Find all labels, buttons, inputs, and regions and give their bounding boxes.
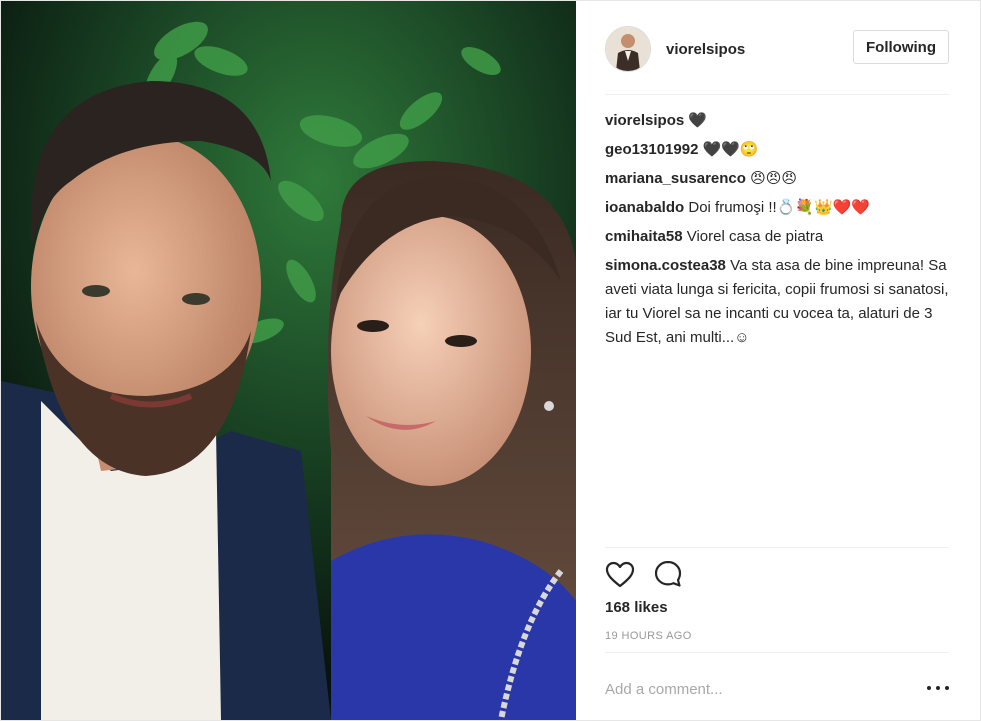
post-photo[interactable] — [1, 1, 576, 720]
dot — [945, 686, 949, 690]
comment-author[interactable]: cmihaita58 — [605, 228, 683, 245]
comment-item: geo13101992 🖤🖤🙄 — [605, 138, 955, 162]
post-author-username[interactable]: viorelsipos — [666, 41, 745, 58]
comment-author[interactable]: viorelsipos — [605, 112, 684, 129]
comment-item: mariana_susarenco 😠😠😠 — [605, 167, 955, 191]
comment-text: Doi frumoşi !!💍💐👑❤️❤️ — [688, 199, 871, 216]
post-sidebar: viorelsipos Following viorelsipos 🖤 geo1… — [578, 1, 980, 720]
comment-text: Viorel casa de piatra — [686, 228, 824, 245]
dot — [936, 686, 940, 690]
comment-author[interactable]: simona.costea38 — [605, 257, 726, 274]
comment-author[interactable]: mariana_susarenco — [605, 170, 746, 187]
add-comment-input[interactable] — [603, 673, 917, 705]
comments-list: viorelsipos 🖤 geo13101992 🖤🖤🙄 mariana_su… — [605, 109, 955, 355]
header-divider — [605, 94, 949, 95]
ellipsis-icon[interactable] — [927, 679, 949, 697]
comment-text: 🖤🖤🙄 — [702, 141, 759, 158]
avatar[interactable] — [605, 26, 651, 72]
likes-count[interactable]: 168 likes — [605, 599, 668, 616]
comment-author[interactable]: geo13101992 — [605, 141, 698, 158]
comment-item: cmihaita58 Viorel casa de piatra — [605, 225, 955, 249]
avatar-image — [606, 27, 650, 71]
comment-author[interactable]: ioanabaldo — [605, 199, 684, 216]
post-actions — [605, 558, 701, 590]
comment-item: viorelsipos 🖤 — [605, 109, 955, 133]
following-button[interactable]: Following — [853, 30, 949, 64]
comment-item: simona.costea38 Va sta asa de bine impre… — [605, 254, 955, 350]
speech-bubble-icon[interactable] — [653, 559, 683, 589]
heart-outline-icon[interactable] — [605, 559, 635, 589]
post-dialog: viorelsipos Following viorelsipos 🖤 geo1… — [0, 0, 981, 721]
input-divider — [605, 652, 949, 653]
post-header: viorelsipos Following — [605, 23, 949, 75]
comment-text: 😠😠😠 — [750, 170, 798, 187]
dot — [927, 686, 931, 690]
comment-item: ioanabaldo Doi frumoşi !!💍💐👑❤️❤️ — [605, 196, 955, 220]
comment-text: 🖤 — [688, 112, 708, 129]
photo-illustration — [1, 1, 576, 720]
post-timestamp: 19 HOURS AGO — [605, 630, 692, 642]
actions-divider — [605, 547, 949, 548]
